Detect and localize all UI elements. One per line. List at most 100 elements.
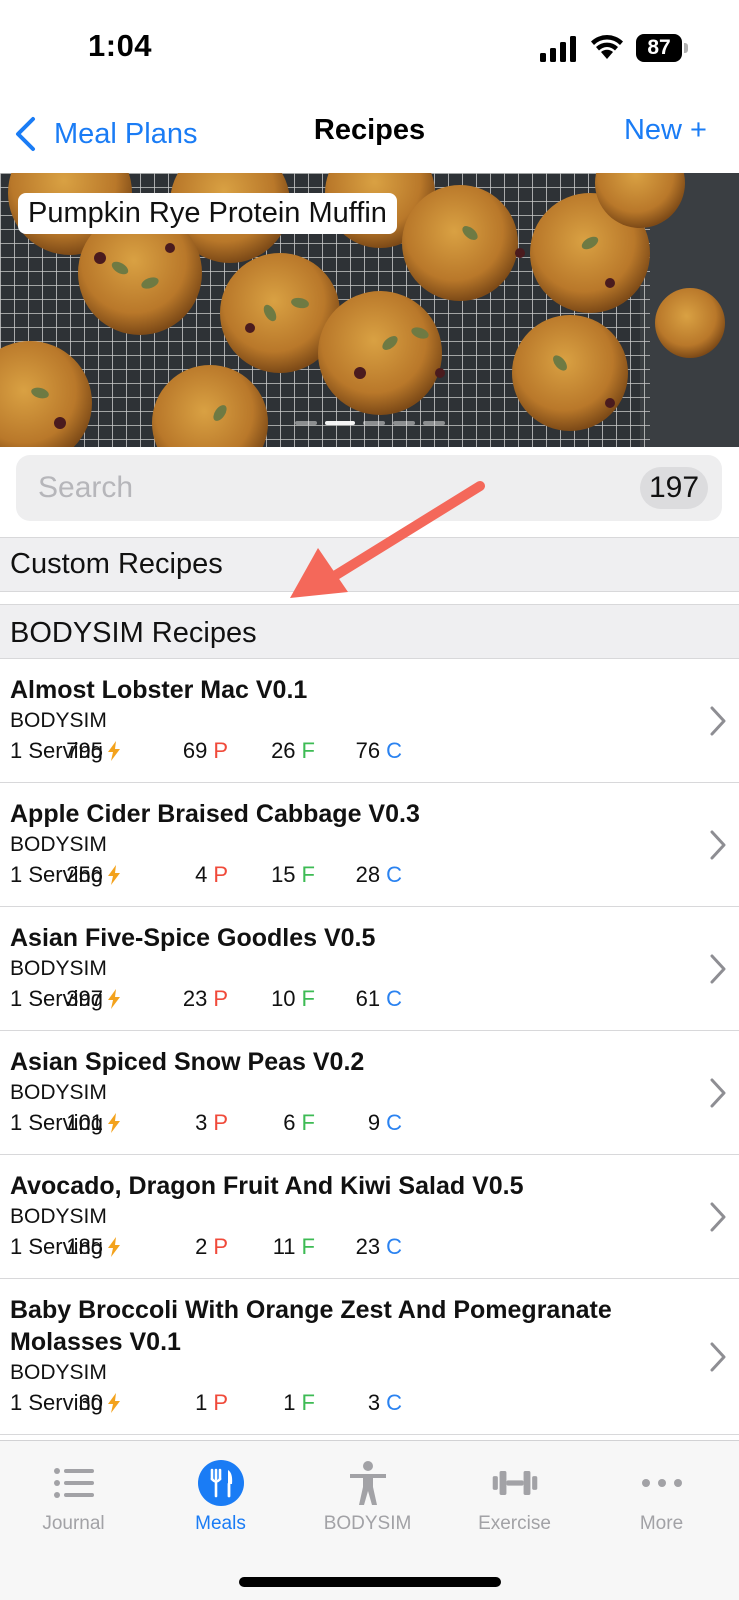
tab-more[interactable]: More (588, 1451, 735, 1551)
fat-value: 26 (271, 738, 296, 763)
new-recipe-button[interactable]: New + (624, 114, 707, 147)
page-dot (392, 421, 415, 425)
recipe-row[interactable]: Asian Five-Spice Goodles V0.5 BODYSIM 1 Se… (0, 907, 739, 1031)
recipe-name: Almost Lobster Mac V0.1 (10, 676, 308, 704)
carousel-page-indicator (0, 421, 739, 425)
energy-bolt-icon (108, 989, 120, 1009)
protein-letter: P (213, 1110, 228, 1135)
tab-label: More (639, 1513, 684, 1534)
energy-bolt-icon (108, 865, 120, 885)
protein-value: 1 (195, 1390, 208, 1415)
tab-bodysim[interactable]: BODYSIM (294, 1451, 441, 1551)
recipe-row[interactable]: Baby Broccoli With Orange Zest And Pomeg… (0, 1279, 739, 1435)
calories-value: 795 (66, 738, 103, 763)
carbs-letter: C (386, 986, 402, 1011)
carbs: 28 C (356, 862, 402, 888)
calories: 101 (66, 1110, 121, 1136)
carbs: 9C (368, 1110, 402, 1136)
tab-journal[interactable]: Journal (0, 1451, 147, 1551)
protein-letter: P (213, 738, 228, 763)
featured-recipe-banner[interactable]: Pumpkin Rye Protein Muffin (0, 173, 739, 447)
list-icon (53, 1468, 94, 1498)
tab-exercise[interactable]: Exercise (441, 1451, 588, 1551)
section-custom-recipes[interactable]: Custom Recipes (0, 537, 739, 592)
calories-value: 101 (66, 1110, 103, 1135)
fat-letter: F (301, 986, 315, 1011)
carbs-letter: C (386, 1110, 402, 1135)
tab-bar: Journal Meals BODYSIM Exercise More (0, 1440, 739, 1600)
calories: 30 (79, 1390, 121, 1416)
person-icon (349, 1461, 386, 1505)
page-dot-active (324, 421, 355, 425)
fat: 6F (283, 1110, 315, 1136)
calories: 185 (66, 1234, 121, 1260)
carbs-value: 28 (355, 862, 381, 887)
protein-value: 23 (182, 986, 208, 1011)
calories-value: 256 (66, 862, 103, 887)
protein-value: 2 (195, 1234, 208, 1259)
recipe-source: BODYSIM (10, 709, 107, 732)
fat-letter: F (301, 738, 315, 763)
recipe-row[interactable]: Apple Cider Braised Cabbage V0.3 BODYSIM 1… (0, 783, 739, 907)
recipe-row[interactable]: Asian Spiced Snow Peas V0.2 BODYSIM 1 Serv… (0, 1031, 739, 1155)
carbs-letter: C (386, 1234, 402, 1259)
fat: 11 F (273, 1234, 315, 1260)
tab-label: BODYSIM (323, 1513, 412, 1534)
back-button[interactable]: Meal Plans (14, 112, 197, 156)
fat-value: 15 (271, 862, 296, 887)
fat-value: 1 (283, 1390, 296, 1415)
fat-letter: F (301, 1234, 315, 1259)
protein: 1P (195, 1390, 228, 1416)
dumbbell-icon (492, 1471, 537, 1495)
recipe-row[interactable]: Almost Lobster Mac V0.1 BODYSIM 1 Serving 7… (0, 659, 739, 783)
fork-knife-icon (197, 1460, 244, 1506)
chevron-right-icon (710, 954, 726, 983)
energy-bolt-icon (108, 1113, 120, 1133)
recipe-stats: 1 Serving 256 4 P 15 F 28 C (10, 860, 679, 894)
carbs: 3C (368, 1390, 402, 1416)
calories-value: 30 (78, 1390, 103, 1415)
protein: 4P (195, 862, 228, 888)
chevron-right-icon (710, 1202, 726, 1231)
protein: 2P (195, 1234, 228, 1260)
chevron-right-icon (710, 1342, 726, 1371)
battery-cap (684, 43, 688, 53)
battery-indicator: 87 (636, 34, 688, 62)
tab-meals[interactable]: Meals (147, 1451, 294, 1551)
protein-value: 69 (182, 738, 208, 763)
recipe-name: Apple Cider Braised Cabbage V0.3 (10, 800, 420, 828)
energy-bolt-icon (108, 1237, 120, 1257)
carbs-value: 61 (355, 986, 381, 1011)
fat-letter: F (301, 1110, 315, 1135)
search-area: 197 (0, 447, 739, 537)
carbs-value: 9 (367, 1110, 381, 1135)
energy-bolt-icon (108, 1393, 120, 1413)
fat-value: 11 (272, 1234, 296, 1259)
section-divider (0, 592, 739, 604)
fat-value: 10 (271, 986, 296, 1011)
fat-letter: F (301, 862, 315, 887)
status-time: 1:04 (88, 28, 153, 63)
calories: 256 (66, 862, 121, 888)
recipe-list[interactable]: Almost Lobster Mac V0.1 BODYSIM 1 Serving 7… (0, 659, 739, 1440)
section-bodysim-recipes[interactable]: BODYSIM Recipes (0, 604, 739, 659)
chevron-right-icon (710, 1078, 726, 1107)
recipe-name: Asian Spiced Snow Peas V0.2 (10, 1048, 365, 1076)
featured-recipe-title: Pumpkin Rye Protein Muffin (18, 193, 397, 234)
home-indicator[interactable] (239, 1577, 501, 1587)
carbs-letter: C (386, 1390, 402, 1415)
protein-value: 3 (195, 1110, 208, 1135)
calories: 397 (66, 986, 121, 1012)
search-input[interactable] (38, 465, 618, 511)
page-dot (362, 421, 385, 425)
chevron-left-icon (16, 117, 35, 151)
fat-value: 6 (283, 1110, 296, 1135)
search-bar[interactable]: 197 (16, 455, 722, 521)
recipe-row[interactable]: Avocado, Dragon Fruit And Kiwi Salad V0.… (0, 1155, 739, 1279)
recipe-name: Asian Five-Spice Goodles V0.5 (10, 924, 376, 952)
chevron-right-icon (710, 706, 726, 735)
calories-value: 397 (66, 986, 103, 1011)
recipe-name: Baby Broccoli With Orange Zest And Pomeg… (10, 1296, 612, 1356)
recipe-stats: 1 Serving 101 3 P 6 F 9 C (10, 1108, 679, 1142)
calories: 795 (66, 738, 121, 764)
